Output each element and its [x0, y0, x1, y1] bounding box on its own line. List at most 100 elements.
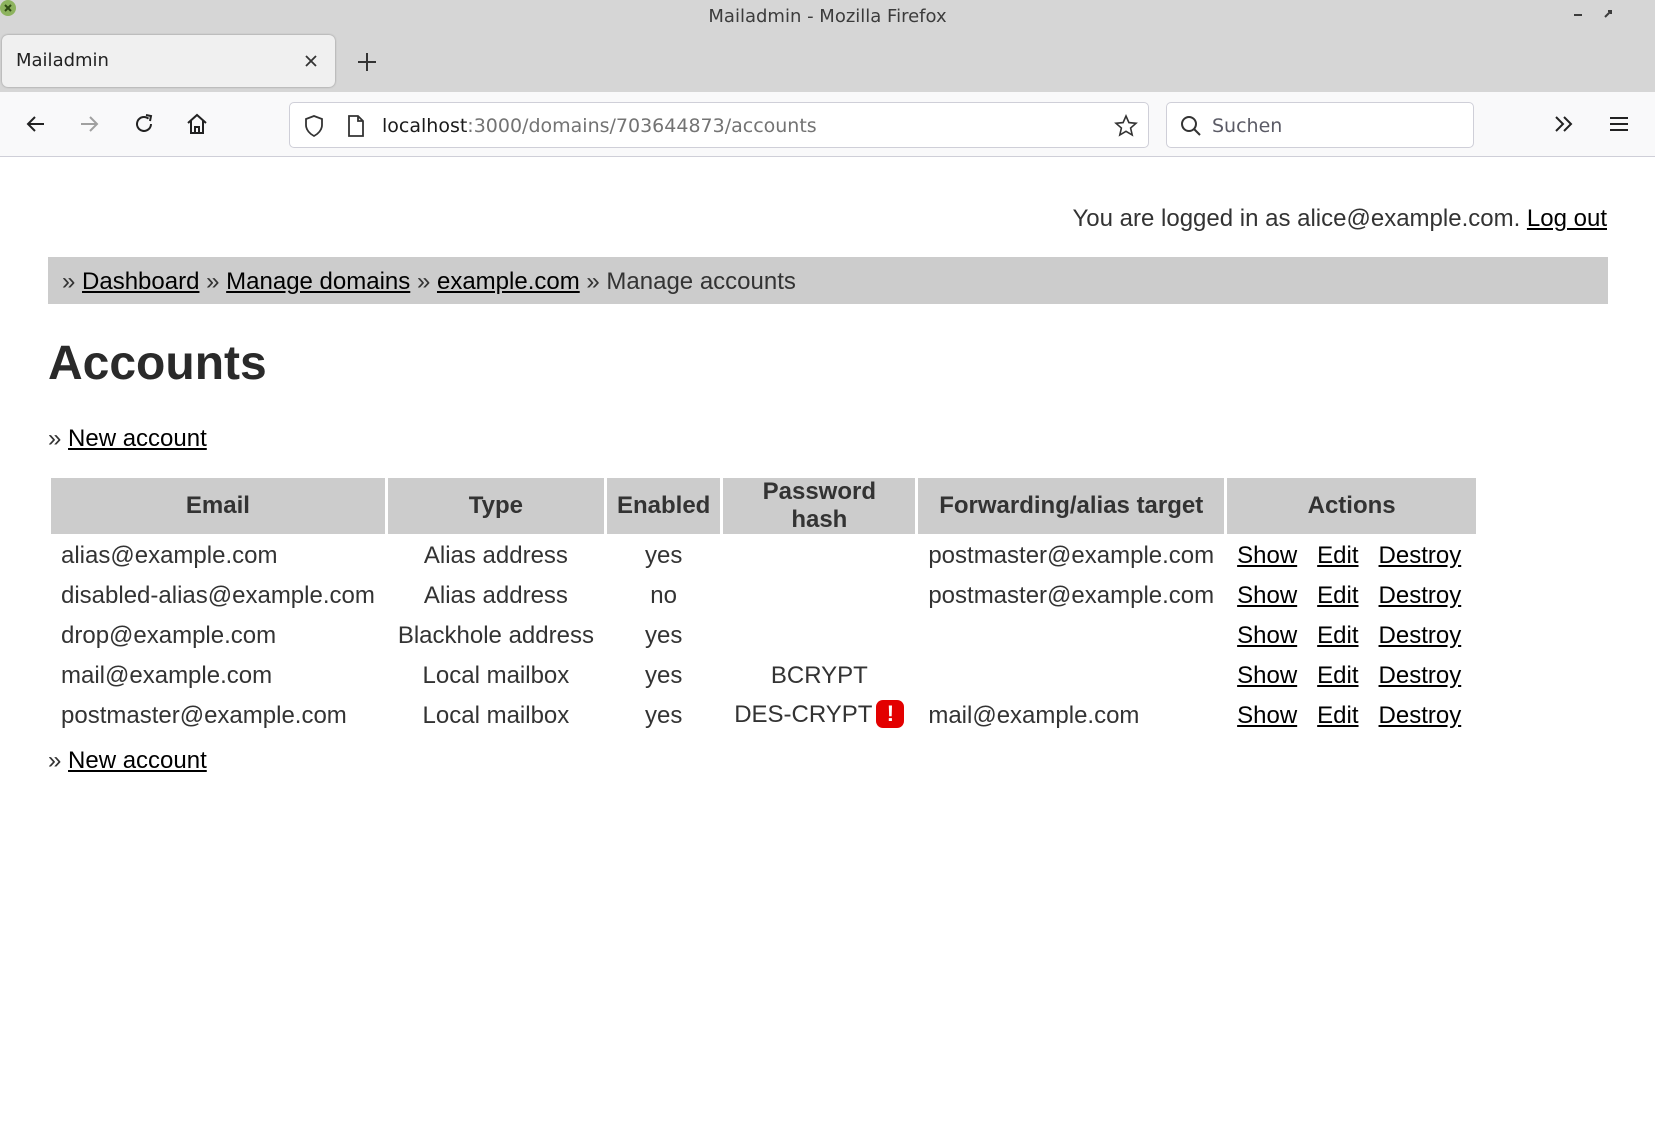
cell-enabled: yes: [644, 621, 683, 649]
show-link[interactable]: Show: [1237, 582, 1297, 609]
url-path: :3000/domains/703644873/accounts: [467, 115, 817, 137]
destroy-link[interactable]: Destroy: [1379, 622, 1462, 649]
cell-password-hash: DES-CRYPT!: [723, 697, 915, 734]
home-icon[interactable]: [185, 112, 209, 136]
tab-bar: Mailadmin: [0, 32, 1655, 92]
cell-actions: Show Edit Destroy: [1227, 617, 1476, 654]
new-tab-icon[interactable]: [356, 51, 378, 73]
search-placeholder: Suchen: [1212, 115, 1283, 137]
login-status: You are logged in as alice@example.com. …: [1073, 205, 1608, 233]
table-row: alias@example.com Alias address yes postmas…: [51, 537, 1476, 574]
breadcrumb-sep: »: [62, 268, 76, 295]
cell-target: postmaster@example.com: [928, 541, 1215, 569]
column-header-target[interactable]: Forwarding/alias target: [918, 478, 1225, 534]
login-text: You are logged in as alice@example.com.: [1072, 205, 1521, 232]
breadcrumb-sep: »: [586, 268, 600, 295]
page-title: Accounts: [48, 337, 267, 390]
page-icon[interactable]: [345, 114, 367, 138]
table-row: postmaster@example.com Local mailbox yes DE…: [51, 697, 1476, 734]
bookmark-star-icon[interactable]: [1114, 114, 1138, 138]
column-header-password-hash[interactable]: Password hash: [723, 478, 916, 534]
breadcrumb-dashboard[interactable]: Dashboard: [82, 268, 199, 295]
navigation-toolbar: localhost:3000/domains/703644873/account…: [0, 92, 1655, 157]
destroy-link[interactable]: Destroy: [1379, 582, 1462, 609]
cell-email: alias@example.com: [61, 541, 278, 569]
edit-link[interactable]: Edit: [1317, 622, 1358, 649]
cell-password-hash: [723, 617, 915, 654]
cell-type: Blackhole address: [397, 621, 594, 649]
breadcrumb-manage-domains[interactable]: Manage domains: [226, 268, 410, 295]
cell-target: [918, 617, 1224, 654]
table-header-row: Email Type Enabled Password hash Forward…: [51, 478, 1477, 534]
show-link[interactable]: Show: [1237, 542, 1297, 569]
cell-password-hash: [723, 577, 915, 614]
edit-link[interactable]: Edit: [1317, 582, 1358, 609]
breadcrumb: » Dashboard » Manage domains » example.c…: [48, 257, 1608, 304]
breadcrumb-sep: »: [206, 268, 220, 295]
password-hash-text: BCRYPT: [770, 661, 868, 689]
cell-type: Local mailbox: [422, 701, 570, 729]
cell-type: Alias address: [423, 581, 568, 609]
minimize-icon[interactable]: [1570, 6, 1586, 22]
hamburger-menu-icon[interactable]: [1607, 112, 1631, 136]
reload-icon[interactable]: [132, 112, 156, 136]
tab-label: Mailadmin: [16, 50, 109, 71]
window-titlebar: Mailadmin - Mozilla Firefox: [0, 0, 1655, 32]
column-header-email[interactable]: Email: [51, 478, 385, 534]
new-account-row-top: » New account: [48, 425, 207, 453]
new-account-link[interactable]: New account: [68, 425, 207, 452]
maximize-icon[interactable]: [1600, 6, 1616, 22]
overflow-chevrons-icon[interactable]: [1552, 112, 1576, 136]
show-link[interactable]: Show: [1237, 622, 1297, 649]
cell-email: postmaster@example.com: [61, 701, 347, 729]
table-row: mail@example.com Local mailbox yes BCRYPT Sh…: [51, 657, 1476, 694]
cell-target: mail@example.com: [928, 701, 1140, 729]
url-bar[interactable]: localhost:3000/domains/703644873/account…: [289, 102, 1149, 148]
warning-icon: !: [876, 699, 905, 728]
window-title: Mailadmin - Mozilla Firefox: [708, 6, 947, 27]
edit-link[interactable]: Edit: [1317, 702, 1358, 729]
password-hash-text: DES-CRYPT: [734, 701, 873, 729]
url-text: localhost:3000/domains/703644873/account…: [382, 115, 817, 137]
bullet: »: [48, 425, 62, 452]
search-icon: [1181, 116, 1201, 136]
cell-email: drop@example.com: [61, 621, 277, 649]
logout-link[interactable]: Log out: [1527, 205, 1607, 232]
cell-actions: Show Edit Destroy: [1227, 657, 1476, 694]
breadcrumb-current: Manage accounts: [606, 268, 796, 295]
new-account-link[interactable]: New account: [68, 747, 207, 774]
show-link[interactable]: Show: [1237, 702, 1297, 729]
cell-target: [918, 657, 1224, 694]
cell-enabled: yes: [644, 661, 683, 689]
cell-enabled: no: [650, 581, 677, 609]
breadcrumb-domain[interactable]: example.com: [437, 268, 580, 295]
cell-type: Alias address: [423, 541, 568, 569]
show-link[interactable]: Show: [1237, 662, 1297, 689]
back-icon[interactable]: [24, 112, 48, 136]
cell-password-hash: BCRYPT: [723, 657, 915, 694]
column-header-actions: Actions: [1227, 478, 1477, 534]
search-field[interactable]: Suchen: [1166, 102, 1474, 148]
destroy-link[interactable]: Destroy: [1379, 702, 1462, 729]
forward-icon[interactable]: [77, 112, 101, 136]
destroy-link[interactable]: Destroy: [1379, 662, 1462, 689]
tab-mailadmin[interactable]: Mailadmin: [2, 35, 335, 87]
cell-enabled: yes: [644, 541, 683, 569]
shield-icon[interactable]: [302, 114, 326, 138]
close-tab-icon[interactable]: [302, 52, 320, 70]
cell-email: disabled-alias@example.com: [61, 581, 375, 609]
cell-email: mail@example.com: [61, 661, 273, 689]
cell-actions: Show Edit Destroy: [1227, 697, 1476, 734]
edit-link[interactable]: Edit: [1317, 662, 1358, 689]
cell-type: Local mailbox: [422, 661, 570, 689]
edit-link[interactable]: Edit: [1317, 542, 1358, 569]
cell-enabled: yes: [644, 701, 683, 729]
column-header-enabled[interactable]: Enabled: [606, 478, 721, 534]
table-row: disabled-alias@example.com Alias address n…: [51, 577, 1476, 614]
destroy-link[interactable]: Destroy: [1379, 542, 1462, 569]
bullet: »: [48, 747, 62, 774]
cell-password-hash: [723, 537, 915, 574]
column-header-type[interactable]: Type: [387, 478, 604, 534]
new-account-row-bottom: » New account: [48, 747, 207, 775]
accounts-table: Email Type Enabled Password hash Forward…: [48, 475, 1479, 737]
